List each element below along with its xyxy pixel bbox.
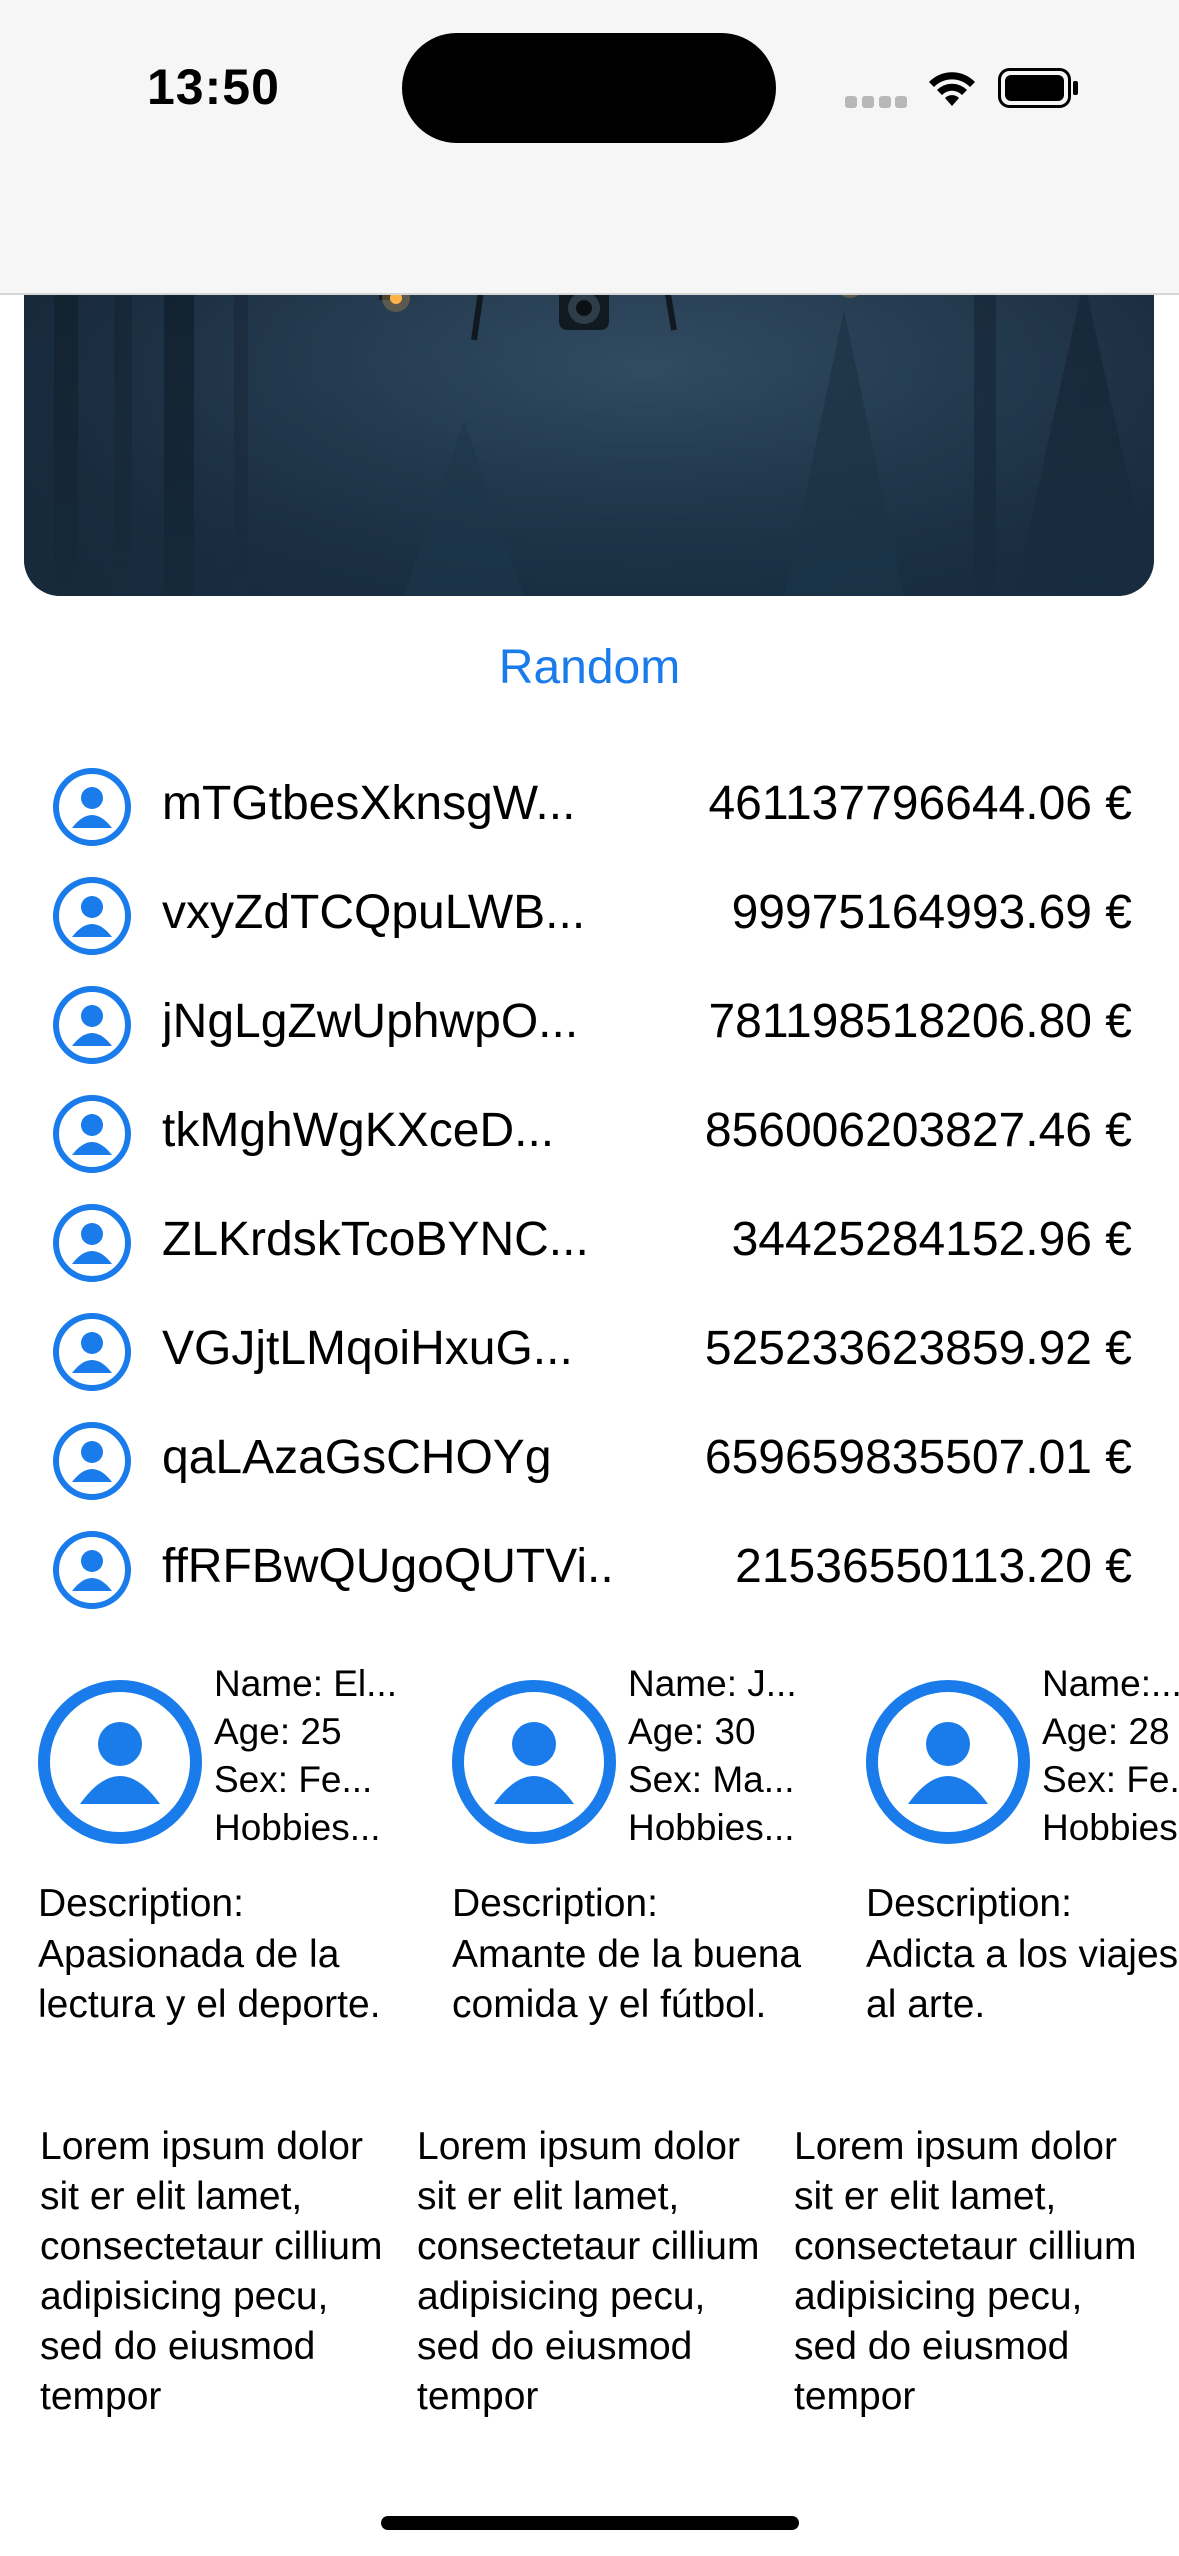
person-circle-icon [53, 986, 131, 1064]
profile-description: Amante de la buena comida y el fútbol. [452, 1933, 802, 2026]
profile-sex: Sex: Ma... [628, 1759, 795, 1800]
user-name: ZLKrdskTcoBYNC... [162, 1213, 589, 1266]
wifi-icon [929, 72, 975, 106]
status-time: 13:50 [147, 59, 280, 115]
description-label: Description: [452, 1882, 658, 1925]
list-item[interactable]: ZLKrdskTcoBYNC... 34425284152.96 € [0, 1192, 1179, 1300]
profile-description: Apasionada de la lectura y el deporte. [38, 1933, 381, 2026]
user-amount: 34425284152.96 € [731, 1213, 1132, 1266]
home-indicator[interactable] [381, 2516, 799, 2530]
profile-hobbies: Hobbies... [628, 1807, 795, 1848]
lorem-text: Lorem ipsum dolor sit er elit lamet, con… [794, 2125, 1137, 2418]
user-name: qaLAzaGsCHOYg [162, 1431, 552, 1484]
list-item[interactable]: VGJjtLMqoiHxuG... 525233623859.92 € [0, 1301, 1179, 1409]
list-item[interactable]: tkMghWgKXceD... 856006203827.46 € [0, 1083, 1179, 1191]
random-button[interactable]: Random [0, 640, 1179, 695]
profile-hobbies: Hobbies... [214, 1807, 381, 1848]
user-name: jNgLgZwUphwpO... [162, 995, 579, 1048]
status-bar: 13:50 [0, 0, 1179, 295]
profile-name: Name: J... [628, 1663, 797, 1704]
list-item[interactable]: jNgLgZwUphwpO... 781198518206.80 € [0, 974, 1179, 1082]
person-circle-icon [38, 1680, 202, 1844]
profile-name: Name:... [1042, 1663, 1179, 1704]
lorem-text: Lorem ipsum dolor sit er elit lamet, con… [417, 2125, 760, 2418]
person-circle-icon [53, 1095, 131, 1173]
user-amount: 99975164993.69 € [731, 886, 1132, 939]
lorem-columns: Lorem ipsum dolor sit er elit lamet, con… [0, 2122, 1179, 2454]
person-circle-icon [53, 768, 131, 846]
person-circle-icon [53, 1531, 131, 1609]
profile-hobbies: Hobbies... [1042, 1807, 1179, 1848]
profile-card[interactable]: Name: El... Age: 25 Sex: Fe... Hobbies..… [20, 1660, 420, 2060]
user-name: ffRFBwQUgoQUTVi... [162, 1540, 612, 1593]
profile-sex: Sex: Fe... [1042, 1759, 1179, 1800]
user-amount: 461137796644.06 € [708, 777, 1132, 830]
profile-info: Name:... Age: 28 Sex: Fe... Hobbies... [1042, 1660, 1179, 1852]
user-amount: 781198518206.80 € [708, 995, 1132, 1048]
user-name: mTGtbesXknsgW... [162, 777, 576, 830]
list-item[interactable]: qaLAzaGsCHOYg 659659835507.01 € [0, 1410, 1179, 1518]
user-name: vxyZdTCQpuLWB... [162, 886, 586, 939]
user-name: VGJjtLMqoiHxuG... [162, 1322, 573, 1375]
person-circle-icon [452, 1680, 616, 1844]
person-circle-icon [866, 1680, 1030, 1844]
person-circle-icon [53, 1313, 131, 1391]
list-item[interactable]: vxyZdTCQpuLWB... 99975164993.69 € [0, 865, 1179, 973]
list-item[interactable]: mTGtbesXknsgW... 461137796644.06 € [0, 756, 1179, 864]
list-item[interactable]: ffRFBwQUgoQUTVi... 21536550113.20 € [0, 1519, 1179, 1627]
profile-description: Adicta a los viajes y al arte. [866, 1933, 1179, 2026]
user-amount: 21536550113.20 € [735, 1540, 1132, 1593]
profile-card[interactable]: Name: J... Age: 30 Sex: Ma... Hobbies...… [434, 1660, 834, 2060]
profile-card[interactable]: Name:... Age: 28 Sex: Fe... Hobbies... D… [848, 1660, 1179, 2060]
battery-icon [998, 68, 1078, 108]
profile-sex: Sex: Fe... [214, 1759, 373, 1800]
dynamic-island [402, 33, 776, 143]
description-label: Description: [866, 1882, 1072, 1925]
person-circle-icon [53, 1422, 131, 1500]
person-circle-icon [53, 1204, 131, 1282]
user-amount: 856006203827.46 € [704, 1104, 1132, 1157]
person-circle-icon [53, 877, 131, 955]
user-amount: 525233623859.92 € [704, 1322, 1132, 1375]
profile-age: Age: 30 [628, 1711, 756, 1752]
profile-info: Name: J... Age: 30 Sex: Ma... Hobbies... [628, 1660, 828, 1852]
signal-dots-icon [845, 96, 907, 108]
profile-card-carousel[interactable]: Name: El... Age: 25 Sex: Fe... Hobbies..… [0, 1660, 1179, 2060]
profile-age: Age: 28 [1042, 1711, 1170, 1752]
description-label: Description: [38, 1882, 244, 1925]
profile-age: Age: 25 [214, 1711, 342, 1752]
user-name: tkMghWgKXceD... [162, 1104, 555, 1157]
profile-name: Name: El... [214, 1663, 397, 1704]
profile-info: Name: El... Age: 25 Sex: Fe... Hobbies..… [214, 1660, 414, 1852]
user-amount: 659659835507.01 € [704, 1431, 1132, 1484]
lorem-text: Lorem ipsum dolor sit er elit lamet, con… [40, 2125, 383, 2418]
